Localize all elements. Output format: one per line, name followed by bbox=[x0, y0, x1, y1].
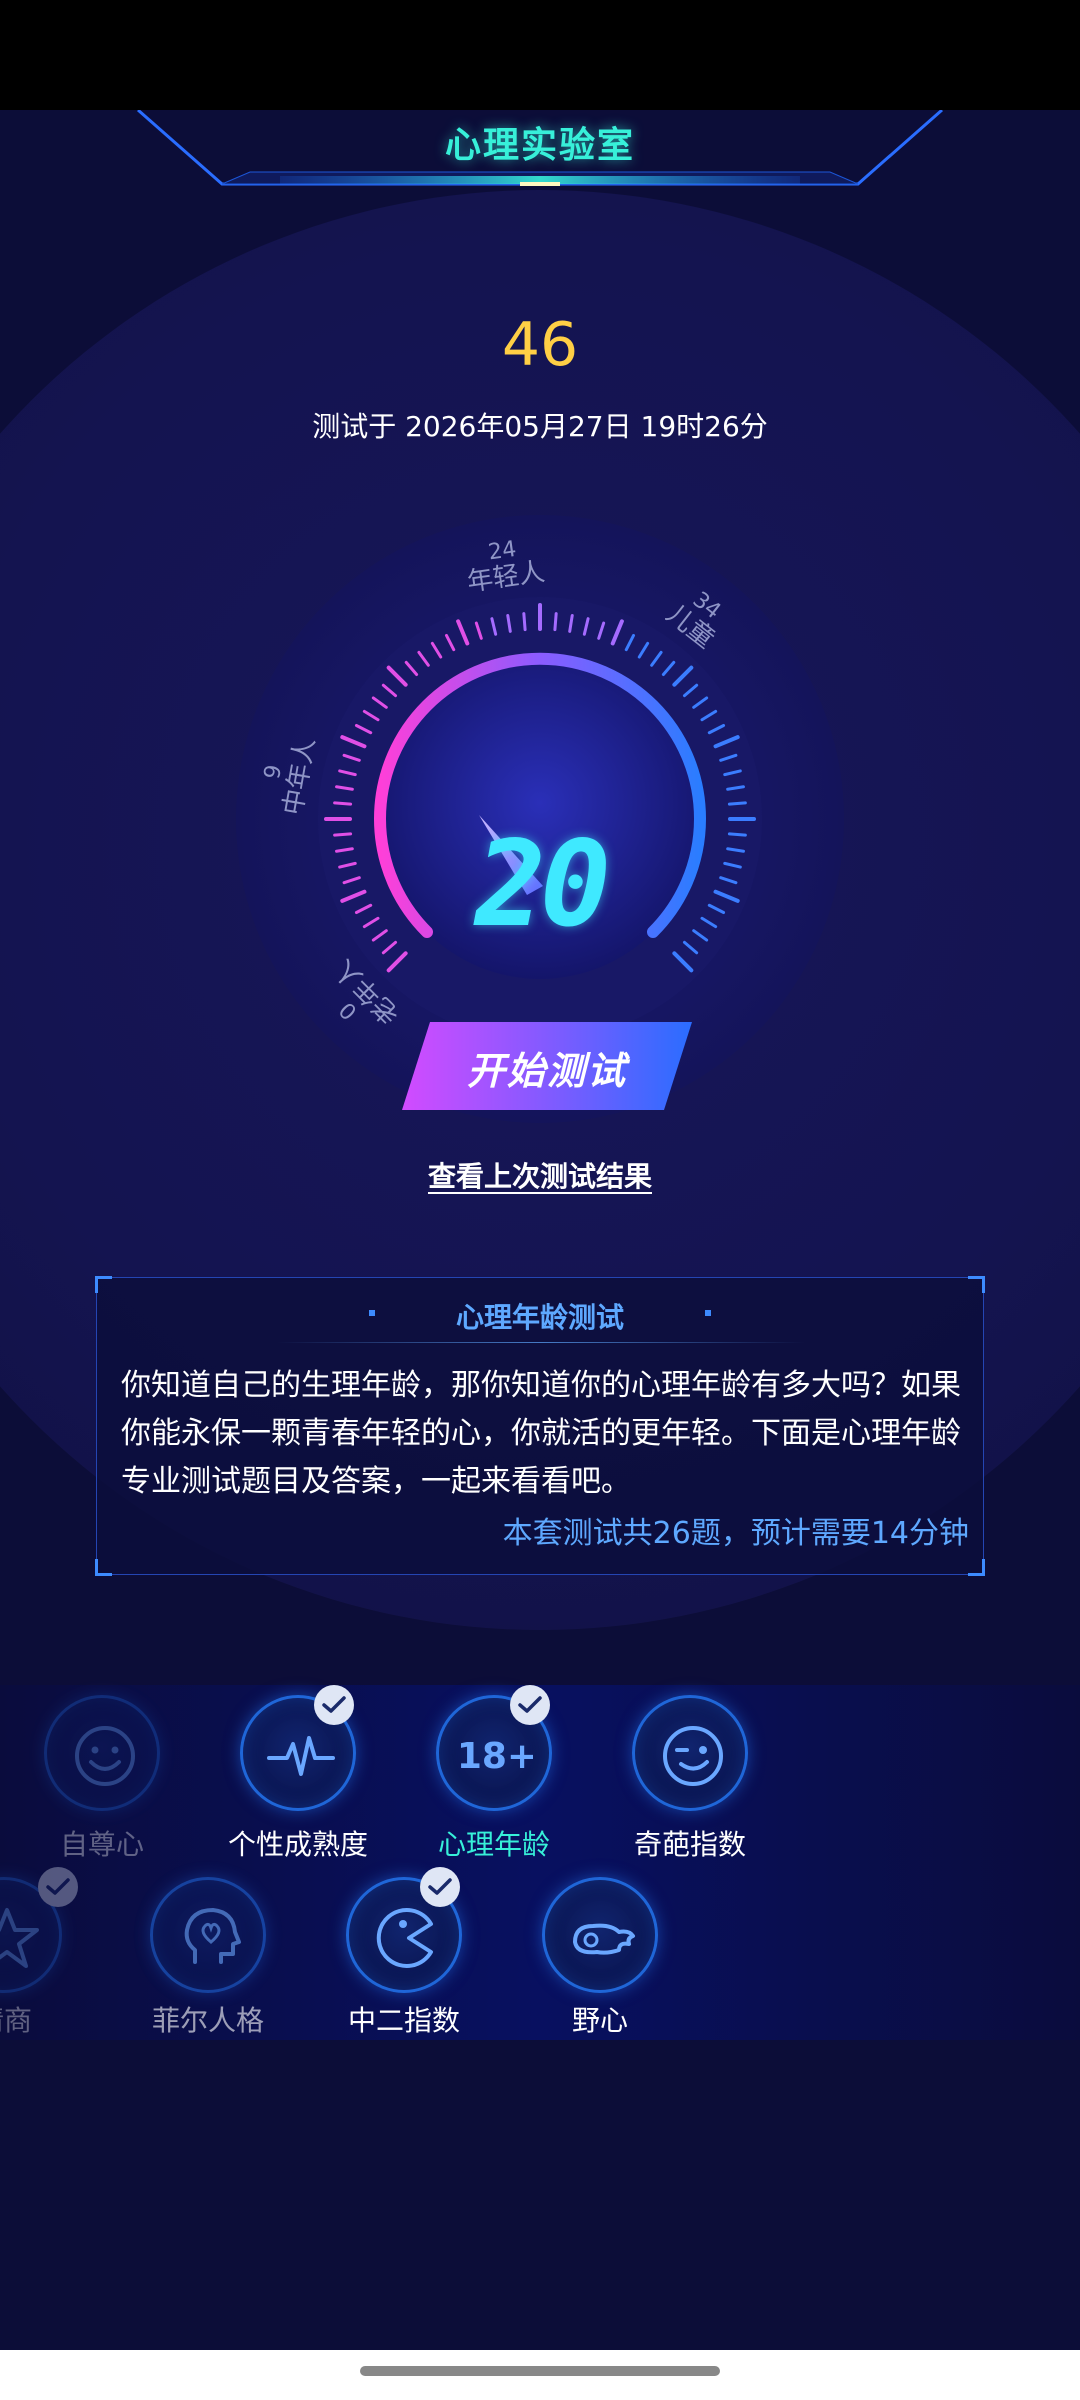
psych-age-score: 46 bbox=[501, 310, 579, 380]
test-icon-ring bbox=[632, 1695, 748, 1811]
navigation-bar bbox=[0, 2350, 1080, 2400]
pacman-icon bbox=[376, 1908, 433, 1968]
page: 心理实验室 46 测试于 2026年05月27日 19时26分 0 老年人 9 … bbox=[0, 110, 1080, 2350]
test-label: 自尊心 bbox=[59, 1828, 144, 1861]
test-item-self-esteem[interactable]: 自尊心 bbox=[12, 1685, 192, 1865]
test-info-card: 心理年龄测试 你知道自己的生理年龄，那你知道你的心理年龄有多大吗？如果你能永保一… bbox=[95, 1276, 985, 1576]
view-last-result-label: 查看上次测试结果 bbox=[427, 1160, 652, 1193]
card-corner bbox=[968, 1276, 985, 1293]
start-test-label: 开始测试 bbox=[466, 1049, 627, 1093]
test-item-eq[interactable]: 情商 bbox=[0, 1867, 94, 2045]
test-icon-ring bbox=[44, 1695, 160, 1811]
test-item-quirk-index[interactable]: 奇葩指数 bbox=[600, 1685, 780, 1865]
page-title: 心理实验室 bbox=[444, 125, 635, 166]
completed-check-icon bbox=[510, 1685, 550, 1725]
view-last-result-link[interactable]: 查看上次测试结果 bbox=[0, 1155, 1080, 1195]
completed-check-icon bbox=[420, 1867, 460, 1907]
test-label: 中二指数 bbox=[347, 2004, 460, 2037]
card-description: 你知道自己的生理年龄，那你知道你的心理年龄有多大吗？如果你能永保一颗青春年轻的心… bbox=[121, 1368, 961, 1499]
test-icon-ring bbox=[150, 1877, 266, 1993]
completed-check-icon bbox=[314, 1685, 354, 1725]
test-label-active: 心理年龄 bbox=[437, 1828, 550, 1861]
test-timestamp: 测试于 2026年05月27日 19时26分 bbox=[312, 410, 768, 443]
test-item-ambition[interactable]: 野心 bbox=[510, 1875, 690, 2045]
test-label: 个性成熟度 bbox=[227, 1828, 368, 1861]
test-item-personality-maturity[interactable]: 个性成熟度 bbox=[208, 1685, 388, 1865]
test-carousel[interactable]: 自尊心 个性成熟度 18+ 心理年龄 奇葩指数 商 菲尔人格 中二指数 野心 bbox=[0, 1685, 1080, 2040]
svg-text:18+: 18+ bbox=[461, 1736, 533, 1777]
test-label: 菲尔人格 bbox=[151, 2004, 264, 2037]
heartbeat-icon bbox=[267, 1736, 335, 1776]
gauge-tick bbox=[727, 801, 747, 806]
start-test-button[interactable]: 开始测试 bbox=[402, 1022, 692, 1110]
completed-check-icon bbox=[38, 1867, 78, 1907]
head-heart-icon bbox=[184, 1908, 241, 1964]
card-title-divider bbox=[277, 1342, 805, 1343]
card-corner bbox=[95, 1559, 112, 1576]
wing-icon bbox=[573, 1923, 635, 1955]
gauge-tick bbox=[553, 612, 558, 632]
status-bar bbox=[0, 0, 1080, 110]
card-title: 心理年龄测试 bbox=[455, 1301, 624, 1334]
test-item-phil-personality[interactable]: 菲尔人格 bbox=[118, 1875, 298, 2045]
gauge-tick bbox=[333, 801, 353, 806]
smile-icon bbox=[75, 1726, 135, 1786]
gauge-value: 20 bbox=[474, 815, 611, 953]
test-icon-ring bbox=[542, 1877, 658, 1993]
test-label: 情商 bbox=[0, 2004, 32, 2037]
gauge-tick bbox=[522, 612, 527, 632]
test-item-psych-age[interactable]: 18+ 心理年龄 bbox=[404, 1685, 584, 1865]
home-indicator[interactable] bbox=[360, 2366, 720, 2376]
test-label: 野心 bbox=[571, 2004, 628, 2037]
wink-icon bbox=[663, 1726, 723, 1786]
card-corner bbox=[968, 1559, 985, 1576]
test-label: 奇葩指数 bbox=[633, 1828, 746, 1861]
star-icon bbox=[0, 1908, 39, 1968]
eighteen-plus-icon: 18+ bbox=[461, 1736, 533, 1777]
card-question-count: 本套测试共26题，预计需要14分钟 bbox=[502, 1516, 969, 1551]
card-corner bbox=[95, 1276, 112, 1293]
test-item-chuuni-index[interactable]: 中二指数 bbox=[314, 1867, 494, 2045]
